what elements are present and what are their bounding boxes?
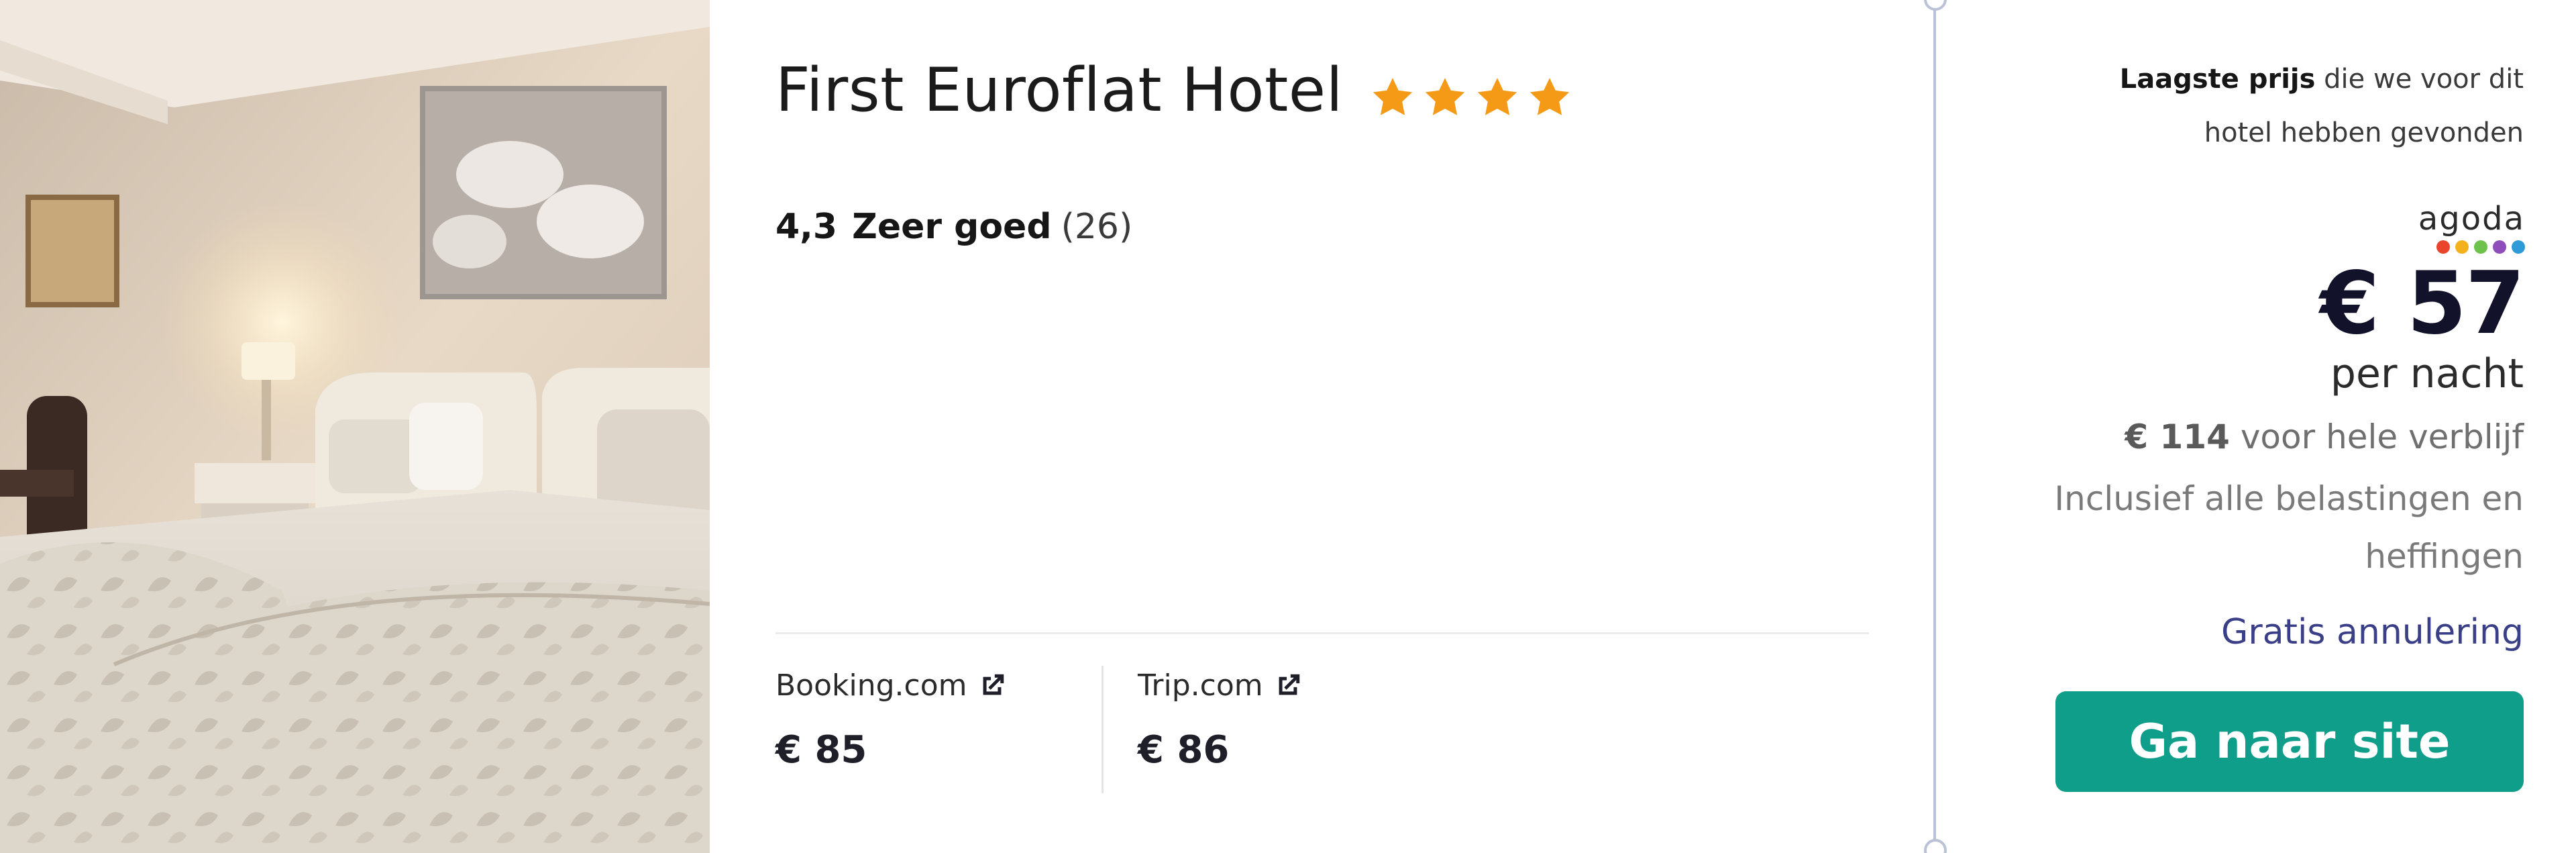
agoda-dot: [2493, 240, 2506, 254]
card-separator: [1933, 0, 1936, 853]
provider-price: € 86: [1138, 728, 1230, 772]
provider-name: Booking.com: [775, 668, 967, 703]
provider-name-row: Trip.com: [1138, 668, 1303, 703]
star-icon: [1425, 77, 1465, 115]
best-price[interactable]: € 57: [2320, 254, 2525, 354]
hotel-room-image: [0, 0, 710, 853]
provider-deal-trip[interactable]: Trip.com € 86: [1138, 668, 1303, 772]
lowest-price-label: Laagste prijs: [2119, 64, 2316, 95]
external-link-icon: [983, 674, 1004, 695]
rating-count: (26): [1061, 207, 1133, 247]
hotel-photo[interactable]: [0, 0, 710, 853]
star-icon: [1529, 77, 1570, 115]
agoda-dots: [2418, 240, 2525, 254]
agoda-dot: [2436, 240, 2450, 254]
title-row: First Euroflat Hotel: [775, 55, 1579, 126]
agoda-logo: agoda: [2418, 201, 2525, 254]
price-panel: Laagste prijs die we voor dit hotel hebb…: [1952, 0, 2576, 853]
hotel-result-card[interactable]: First Euroflat Hotel 4,3 Zeer goed (26) Bo…: [0, 0, 2576, 853]
lowest-price-note: Laagste prijs die we voor dit hotel hebb…: [2054, 52, 2524, 160]
agoda-dot: [2474, 240, 2487, 254]
review-rating[interactable]: 4,3 Zeer goed (26): [775, 207, 1132, 247]
provider-name-row: Booking.com: [775, 668, 1008, 703]
hotel-name[interactable]: First Euroflat Hotel: [775, 55, 1343, 126]
free-cancellation: Gratis annulering: [2221, 612, 2524, 652]
provider-deal-booking[interactable]: Booking.com € 85: [775, 668, 1008, 772]
provider-divider: [1102, 666, 1104, 793]
external-link-icon: [1279, 674, 1299, 695]
star-rating: [1370, 74, 1579, 120]
divider: [775, 632, 1869, 634]
hotel-info: First Euroflat Hotel 4,3 Zeer goed (26) Bo…: [710, 0, 1935, 853]
provider-name: Trip.com: [1138, 668, 1263, 703]
total-amount: € 114: [2125, 417, 2230, 456]
provider-price: € 85: [775, 728, 867, 772]
total-stay-price: € 114 voor hele verblijf: [2125, 417, 2524, 456]
total-suffix: voor hele verblijf: [2240, 417, 2524, 456]
agoda-wordmark: agoda: [2418, 200, 2525, 238]
star-icon: [1477, 77, 1517, 115]
rating-score: 4,3: [775, 207, 838, 247]
taxes-note: Inclusief alle belastingen en heffingen: [2054, 479, 2524, 576]
star-icon: [1373, 77, 1413, 115]
separator-notch-bottom: [1924, 839, 1947, 853]
rating-label: Zeer goed: [852, 207, 1052, 247]
agoda-dot: [2512, 240, 2525, 254]
per-night-label: per nacht: [2330, 350, 2524, 397]
agoda-dot: [2455, 240, 2469, 254]
go-to-site-button[interactable]: Ga naar site: [2055, 691, 2524, 792]
